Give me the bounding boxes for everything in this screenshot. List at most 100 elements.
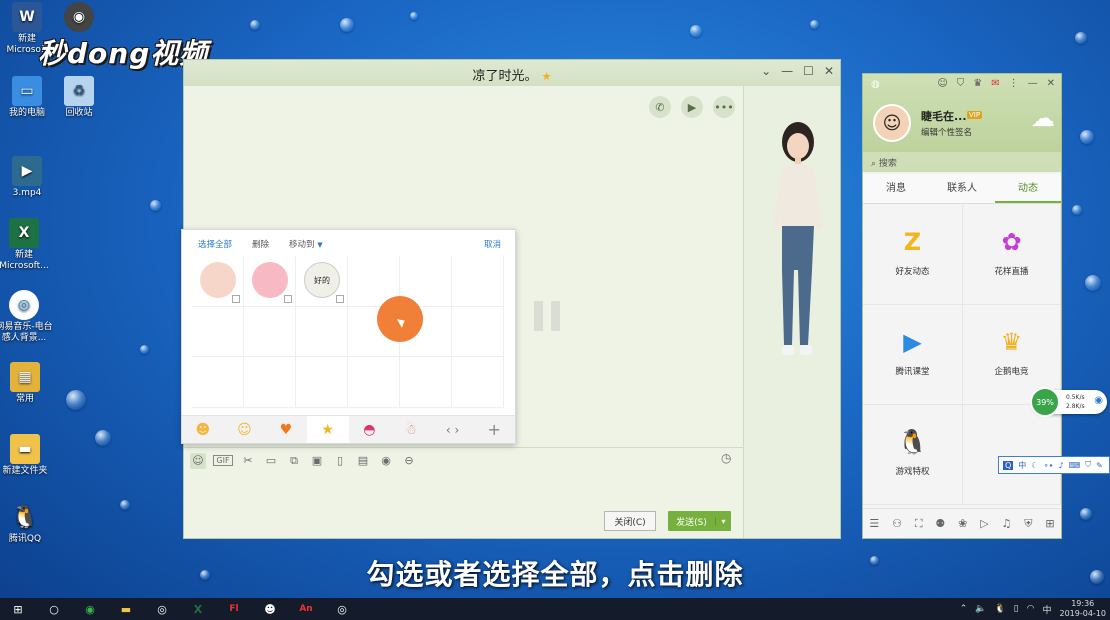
- main-menu-icon[interactable]: ☰: [869, 517, 879, 530]
- more-tool-icon[interactable]: ⊖: [401, 453, 417, 469]
- minimize-icon[interactable]: —: [781, 64, 793, 78]
- wifi-icon[interactable]: ◠: [1027, 604, 1035, 614]
- weather-cloud-icon[interactable]: ☁: [1031, 104, 1055, 132]
- mic-icon[interactable]: ♪: [1058, 461, 1063, 470]
- music-taskbar-icon[interactable]: ◎: [324, 598, 360, 620]
- search-input[interactable]: ⌕ 搜索: [863, 152, 1061, 172]
- desktop-icon-excel[interactable]: X 新建 Microsoft...: [0, 218, 54, 272]
- video-icon[interactable]: ▷: [980, 517, 988, 530]
- flash-taskbar-icon[interactable]: Fl: [216, 598, 252, 620]
- history-clock-icon[interactable]: ◷: [721, 451, 731, 465]
- tray-lang[interactable]: 中: [1042, 603, 1051, 616]
- shield-icon[interactable]: ⛨: [1024, 517, 1032, 531]
- cancel-link[interactable]: 取消: [484, 238, 501, 250]
- sticker-cell[interactable]: [192, 256, 244, 307]
- delete-link[interactable]: 删除: [252, 238, 269, 250]
- desktop-icon-music[interactable]: ◎ 网易音乐-电台 感人背景...: [0, 290, 54, 344]
- desktop-icon-folder-common[interactable]: ▦ 常用: [0, 362, 52, 405]
- wrench-icon[interactable]: ✎: [1096, 461, 1103, 470]
- pause-icon[interactable]: [534, 301, 579, 337]
- network-speed-widget[interactable]: 39% 0.5K/s 2.8K/s ◉: [1030, 387, 1107, 417]
- windows-start-icon[interactable]: ⊞: [0, 598, 36, 620]
- favorites-star-tab-icon[interactable]: ★: [306, 416, 349, 443]
- sticker-cell[interactable]: [244, 256, 296, 307]
- app-game-privilege[interactable]: 🐧 游戏特权: [863, 405, 963, 505]
- volume-icon[interactable]: 🔈: [975, 604, 986, 614]
- close-icon[interactable]: ✕: [824, 64, 834, 78]
- scissors-icon[interactable]: ✂: [240, 453, 256, 469]
- apps-flower-icon[interactable]: ❀: [958, 517, 967, 530]
- character-tab-icon[interactable]: ☃: [390, 416, 432, 443]
- crown-icon[interactable]: ♛: [973, 78, 982, 89]
- menu-dots-icon[interactable]: ⋮: [1009, 78, 1019, 89]
- desktop-icon-computer[interactable]: ▭ 我的电脑: [0, 76, 54, 119]
- cortana-search-icon[interactable]: ○: [36, 598, 72, 620]
- grin-tab-icon[interactable]: ☺: [224, 416, 266, 443]
- chevron-up-icon[interactable]: ⌃: [960, 604, 968, 614]
- contacts-icon[interactable]: ⛶: [915, 517, 923, 531]
- vip-badge[interactable]: VIP: [967, 111, 983, 119]
- app-live[interactable]: ✿ 花样直播: [963, 205, 1061, 305]
- camera-taskbar-icon[interactable]: ◎: [144, 598, 180, 620]
- shirt-icon[interactable]: ⛉: [1085, 460, 1091, 470]
- video-call-button[interactable]: ▶: [681, 96, 703, 118]
- select-all-link[interactable]: 选择全部: [198, 238, 232, 250]
- avatar[interactable]: ☺: [873, 104, 911, 142]
- music-note-icon[interactable]: ♫: [1002, 517, 1012, 530]
- mic-tool-icon[interactable]: ◉: [378, 453, 394, 469]
- ime-lang[interactable]: 中: [1018, 460, 1026, 471]
- desktop-icon-camera[interactable]: ◉: [52, 2, 106, 34]
- app-tray-icon[interactable]: ▯: [1014, 604, 1019, 614]
- moon-icon[interactable]: ☾: [1031, 461, 1038, 470]
- animate-taskbar-icon[interactable]: An: [288, 598, 324, 620]
- skin-shirt-icon[interactable]: ⛉: [957, 78, 965, 89]
- desktop-icon-video[interactable]: ▶ 3.mp4: [0, 156, 54, 199]
- sticker-checkbox[interactable]: [284, 294, 292, 303]
- chat-titlebar[interactable]: 凉了时光。 ★ ⌄ — ☐ ✕: [184, 60, 840, 86]
- add-friend-icon[interactable]: ⚇: [892, 517, 902, 530]
- tab-contacts[interactable]: 联系人: [929, 174, 995, 203]
- tab-messages[interactable]: 消息: [863, 174, 929, 203]
- folder-tool-icon[interactable]: ▭: [263, 453, 279, 469]
- send-button[interactable]: 发送(S) ▾: [668, 511, 731, 531]
- heart-tab-icon[interactable]: ♥: [265, 416, 307, 443]
- close-icon[interactable]: ✕: [1047, 78, 1055, 89]
- app-taskbar-icon[interactable]: ☻: [252, 598, 288, 620]
- signature-edit[interactable]: 编辑个性签名: [921, 126, 972, 138]
- ime-toolbar[interactable]: Q 中 ☾ ∘∙ ♪ ⌨ ⛉ ✎: [998, 456, 1110, 474]
- files-tool-icon[interactable]: ⧉: [286, 453, 302, 469]
- desktop-icon-qq[interactable]: 🐧 腾讯QQ: [0, 502, 52, 545]
- image-tool-icon[interactable]: ▣: [309, 453, 325, 469]
- taskbar-clock[interactable]: 19:36 2019-04-10: [1060, 599, 1107, 619]
- desktop-icon-new-folder[interactable]: ▬ 新建文件夹: [0, 434, 54, 477]
- close-button[interactable]: 关闭(C): [604, 511, 656, 531]
- mascot-icon[interactable]: ☺: [937, 78, 947, 89]
- bun-tab-icon[interactable]: ◓: [349, 416, 391, 443]
- chevron-down-icon[interactable]: ▾: [715, 516, 731, 526]
- more-options-button[interactable]: •••: [713, 96, 735, 118]
- keyboard-icon[interactable]: ⌨: [1069, 461, 1081, 470]
- chevron-down-icon[interactable]: ⌄: [761, 64, 771, 78]
- move-to-dropdown[interactable]: 移动到 ▼: [289, 238, 323, 250]
- emoji-tool-icon[interactable]: ☺: [190, 452, 206, 469]
- mail-icon[interactable]: ✉: [991, 78, 999, 89]
- smiley-tab-icon[interactable]: ☻: [182, 416, 224, 443]
- app-grid-icon[interactable]: ⊞: [1045, 517, 1054, 530]
- tab-feeds[interactable]: 动态: [995, 174, 1061, 203]
- group-icon[interactable]: ⚉: [935, 517, 945, 530]
- shake-tool-icon[interactable]: ▯: [332, 453, 348, 469]
- gif-tool-icon[interactable]: GIF: [213, 455, 233, 466]
- sticker-cell[interactable]: 好的: [296, 256, 348, 307]
- punctuation-icon[interactable]: ∘∙: [1043, 461, 1053, 470]
- desktop-icon-recycle-bin[interactable]: ♻ 回收站: [52, 76, 106, 119]
- minimize-icon[interactable]: —: [1028, 78, 1038, 89]
- code-brackets-icon[interactable]: ‹ ›: [432, 416, 474, 443]
- phone-call-button[interactable]: ✆: [649, 96, 671, 118]
- sticker-checkbox[interactable]: [232, 294, 240, 303]
- browser-taskbar-icon[interactable]: ◉: [72, 598, 108, 620]
- excel-taskbar-icon[interactable]: X: [180, 598, 216, 620]
- red-packet-tool-icon[interactable]: ▤: [355, 453, 371, 469]
- sticker-checkbox[interactable]: [336, 294, 344, 303]
- qq-tray-icon[interactable]: 🐧: [994, 604, 1005, 614]
- file-explorer-icon[interactable]: ▬: [108, 598, 144, 620]
